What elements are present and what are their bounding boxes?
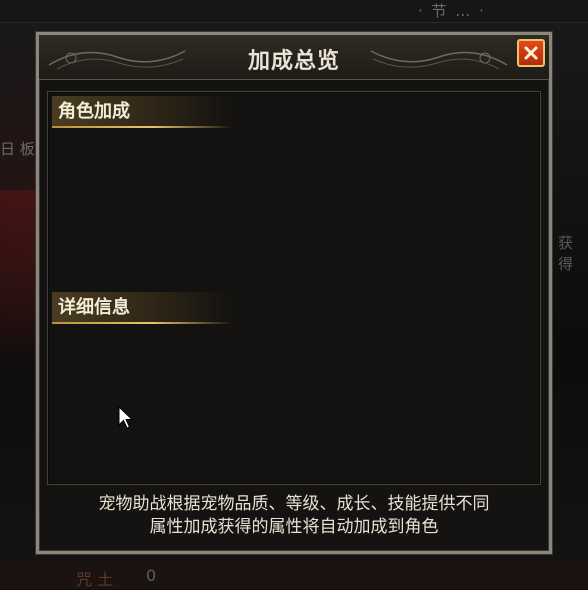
background-right-text: 获 得 — [558, 234, 574, 273]
background-bottom-value: 0 — [146, 566, 157, 585]
background-top-text: · 节 … · — [418, 2, 486, 20]
footer-line-1: 宠物助战根据宠物品质、等级、成长、技能提供不同 — [98, 494, 490, 514]
bonus-overview-dialog: 加成总览 角色加成 详细信息 宠物助战根据宠物品质、等级、成长、技能提供不同 属… — [36, 32, 552, 554]
close-x-icon — [524, 46, 538, 60]
close-button[interactable] — [517, 39, 545, 67]
background-character-art — [0, 190, 38, 350]
mouse-cursor-icon — [118, 406, 134, 429]
dialog-header: 加成总览 — [39, 35, 549, 80]
background-bottom-text: 咒 土 — [76, 570, 114, 589]
section-header-character-bonus: 角色加成 — [52, 96, 232, 128]
header-ornament-right-icon — [370, 50, 508, 70]
background-left-text: 日 板 — [0, 140, 35, 158]
dialog-footer-description: 宠物助战根据宠物品质、等级、成长、技能提供不同 属性加成获得的属性将自动加成到角… — [47, 493, 541, 539]
footer-line-2: 属性加成获得的属性将自动加成到角色 — [149, 517, 439, 537]
section-header-detail-info: 详细信息 — [52, 292, 232, 324]
background-top-bar: · 节 … · — [0, 0, 588, 23]
